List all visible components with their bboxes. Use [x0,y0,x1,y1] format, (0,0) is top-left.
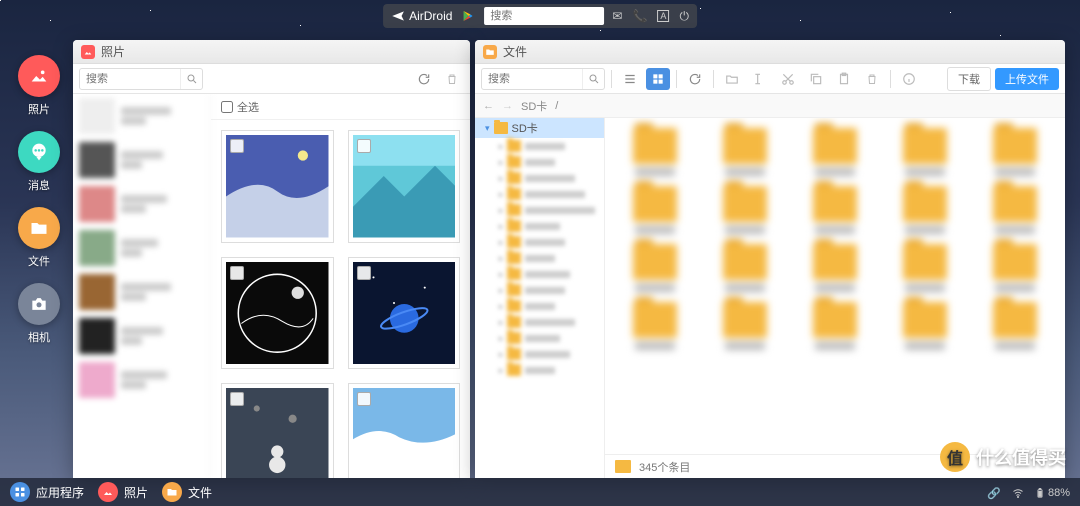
dock-item-camera[interactable]: 相机 [18,283,60,345]
refresh-button[interactable] [683,68,707,90]
photo-icon [28,65,50,87]
upload-button[interactable]: 上传文件 [995,68,1059,90]
select-all-checkbox[interactable] [221,101,233,113]
dock-item-photos[interactable]: 照片 [18,55,60,117]
select-all-label: 全选 [237,99,259,115]
photos-window: 照片 全选 [73,40,470,478]
breadcrumb-item[interactable]: SD卡 [521,98,547,114]
dock-label: 照片 [28,101,50,117]
breadcrumb: ← → SD卡 / [475,94,1065,118]
photo-thumbnail[interactable] [348,383,461,478]
photos-album-list[interactable] [73,94,211,478]
photos-grid [211,120,470,478]
photo-thumbnail[interactable] [221,383,334,478]
photo-checkbox[interactable] [230,266,244,280]
taskbar-photos[interactable]: 照片 [98,482,148,502]
watermark: 值 什么值得买 [940,442,1066,472]
folder-icon [166,486,178,498]
files-toolbar: 下载 上传文件 [475,64,1065,94]
info-button[interactable] [897,68,921,90]
global-search-input[interactable] [484,7,604,25]
files-grid[interactable] [605,118,1065,360]
photo-checkbox[interactable] [357,266,371,280]
photos-select-bar: 全选 [211,94,470,120]
mail-icon[interactable]: ✉ [612,9,622,23]
photo-icon [102,486,114,498]
folder-icon [615,460,631,473]
dock-label: 消息 [28,177,50,193]
taskbar-apps[interactable]: 应用程序 [10,482,84,502]
photo-checkbox[interactable] [357,139,371,153]
window-titlebar[interactable]: 文件 [475,40,1065,64]
view-list-button[interactable] [618,68,642,90]
files-app-icon [483,45,497,59]
camera-icon [29,294,49,314]
rename-button[interactable] [748,68,772,90]
nav-back-icon[interactable]: ← [483,100,494,112]
breadcrumb-sep: / [555,100,558,112]
play-store-icon[interactable] [460,8,476,24]
folder-icon [29,218,49,238]
files-window: 文件 下载 上传文件 ← → SD卡 / ▾ [475,40,1065,478]
window-title: 文件 [503,43,527,60]
watermark-text: 什么值得买 [976,444,1066,470]
taskbar-files[interactable]: 文件 [162,482,212,502]
files-search-input[interactable] [482,73,582,85]
taskbar: 应用程序 照片 文件 [0,478,1080,506]
nav-forward-icon[interactable]: → [502,100,513,112]
photo-checkbox[interactable] [230,392,244,406]
dock-item-messages[interactable]: 消息 [18,131,60,193]
item-count: 345个条目 [639,459,690,475]
dock-item-files[interactable]: 文件 [18,207,60,269]
battery-percent: 88% [1048,487,1070,499]
wifi-icon[interactable] [1011,487,1025,499]
tree-label: SD卡 [512,120,538,136]
cut-button[interactable] [776,68,800,90]
photos-search-input[interactable] [80,73,180,85]
window-title: 照片 [101,43,125,60]
photos-toolbar [73,64,470,94]
tree-item-sdcard[interactable]: ▾ SD卡 [475,118,604,138]
photo-thumbnail[interactable] [221,130,334,243]
apps-icon [14,486,26,498]
system-tray: 🔗 88% [987,486,1070,500]
taskbar-label: 照片 [124,484,148,501]
text-icon[interactable]: A [657,10,669,22]
watermark-badge: 值 [940,442,970,472]
files-tree[interactable]: ▾ SD卡 ▸ ▸ ▸ ▸ ▸ ▸ ▸ ▸ ▸ ▸ ▸ ▸ ▸ ▸ ▸ [475,118,605,478]
airdroid-logo: AirDroid [391,9,452,23]
download-button[interactable]: 下载 [947,67,991,91]
taskbar-label: 应用程序 [36,484,84,501]
desktop-dock: 照片 消息 文件 相机 [18,55,60,345]
brand-text: AirDroid [409,9,452,23]
power-icon[interactable]: ⏻ [679,9,689,24]
search-icon[interactable] [180,69,202,89]
refresh-button[interactable] [412,68,436,90]
photo-checkbox[interactable] [357,392,371,406]
copy-button[interactable] [804,68,828,90]
new-folder-button[interactable] [720,68,744,90]
delete-button[interactable] [440,68,464,90]
photo-thumbnail[interactable] [348,130,461,243]
photo-thumbnail[interactable] [221,257,334,370]
photo-checkbox[interactable] [230,139,244,153]
photo-thumbnail[interactable] [348,257,461,370]
paste-button[interactable] [832,68,856,90]
taskbar-label: 文件 [188,484,212,501]
window-titlebar[interactable]: 照片 [73,40,470,64]
delete-button[interactable] [860,68,884,90]
message-icon [29,142,49,162]
photo-app-icon [81,45,95,59]
phone-icon[interactable]: 📞 [632,9,647,23]
dock-label: 相机 [28,329,50,345]
view-grid-button[interactable] [646,68,670,90]
link-icon[interactable]: 🔗 [987,487,1001,500]
top-bar: AirDroid ✉ 📞 A ⏻ [383,4,697,28]
battery-status[interactable]: 88% [1035,486,1070,500]
search-icon[interactable] [582,69,604,89]
dock-label: 文件 [28,253,50,269]
